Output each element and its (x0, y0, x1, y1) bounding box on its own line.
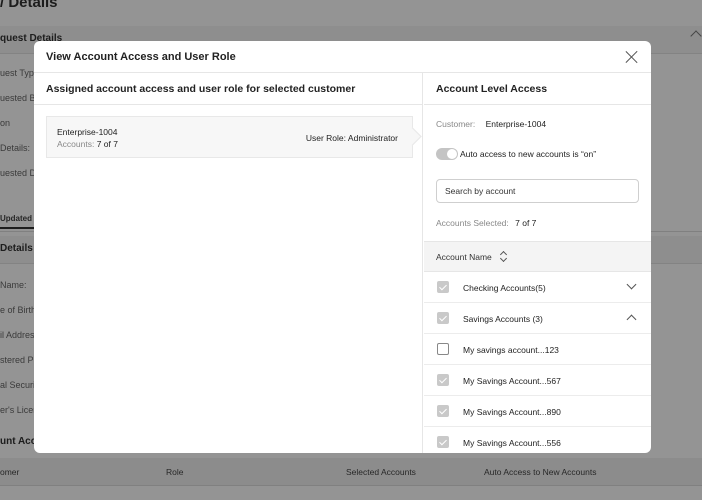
account-label: My Savings Account...556 (463, 438, 561, 448)
account-access-modal: View Account Access and User Role Assign… (34, 41, 651, 453)
accounts-key: Accounts: (57, 139, 95, 149)
chevron-up-icon[interactable] (626, 314, 637, 325)
accounts-selected-key: Accounts Selected: (436, 218, 509, 228)
list-item[interactable]: My savings account...123 (424, 334, 651, 365)
auto-access-label: Auto access to new accounts is “on” (460, 149, 597, 159)
customer-value: Enterprise-1004 (485, 119, 547, 129)
checkbox[interactable] (437, 436, 449, 448)
user-role: User Role: Administrator (306, 133, 398, 143)
modal-body: Assigned account access and user role fo… (34, 73, 651, 453)
account-name-header: Account Name (424, 241, 651, 272)
account-name-label: Account Name (436, 252, 492, 262)
sort-icon[interactable] (500, 251, 508, 263)
list-item[interactable]: My Savings Account...890 (424, 396, 651, 427)
account-label: My savings account...123 (463, 345, 559, 355)
account-label: My Savings Account...567 (463, 376, 561, 386)
checkbox[interactable] (437, 405, 449, 417)
customer-name: Enterprise-1004 (57, 127, 118, 137)
accounts-value: 7 of 7 (96, 139, 118, 149)
assigned-access-header: Assigned account access and user role fo… (34, 73, 422, 105)
assigned-access-heading: Assigned account access and user role fo… (46, 83, 356, 95)
modal-title: View Account Access and User Role (46, 51, 236, 63)
customer-key: Customer: (436, 119, 476, 129)
selection-pointer (403, 127, 422, 146)
checkbox[interactable] (437, 343, 449, 355)
checkbox[interactable] (437, 312, 449, 324)
assigned-access-pane: Assigned account access and user role fo… (34, 73, 423, 453)
checkbox[interactable] (437, 281, 449, 293)
account-group-checking[interactable]: Checking Accounts(5) (424, 272, 651, 303)
user-role-value: Administrator (347, 133, 398, 143)
modal-header: View Account Access and User Role (34, 41, 651, 73)
list-item[interactable]: My Savings Account...567 (424, 365, 651, 396)
account-group-label: Checking Accounts(5) (463, 283, 546, 293)
search-input[interactable] (436, 179, 639, 203)
customer-accounts: Accounts: 7 of 7 (57, 139, 118, 149)
account-level-access-header: Account Level Access (424, 73, 651, 105)
customer-card[interactable]: Enterprise-1004 Accounts: 7 of 7 User Ro… (46, 116, 422, 158)
accounts-selected-value: 7 of 7 (515, 218, 537, 228)
account-group-label: Savings Accounts (3) (463, 314, 543, 324)
close-icon[interactable] (625, 50, 639, 64)
checkbox[interactable] (437, 374, 449, 386)
list-item[interactable]: My Savings Account...556 (424, 427, 651, 453)
accounts-selected: Accounts Selected: 7 of 7 (436, 218, 536, 228)
account-level-access-pane: Account Level Access Customer: Enterpris… (424, 73, 651, 453)
account-group-savings[interactable]: Savings Accounts (3) (424, 303, 651, 334)
account-label: My Savings Account...890 (463, 407, 561, 417)
chevron-down-icon[interactable] (626, 279, 637, 290)
toggle-knob (447, 149, 457, 159)
auto-access-toggle[interactable] (436, 148, 458, 160)
customer-line: Customer: Enterprise-1004 (436, 119, 546, 129)
user-role-key: User Role: (305, 133, 347, 143)
account-level-access-heading: Account Level Access (436, 83, 548, 95)
